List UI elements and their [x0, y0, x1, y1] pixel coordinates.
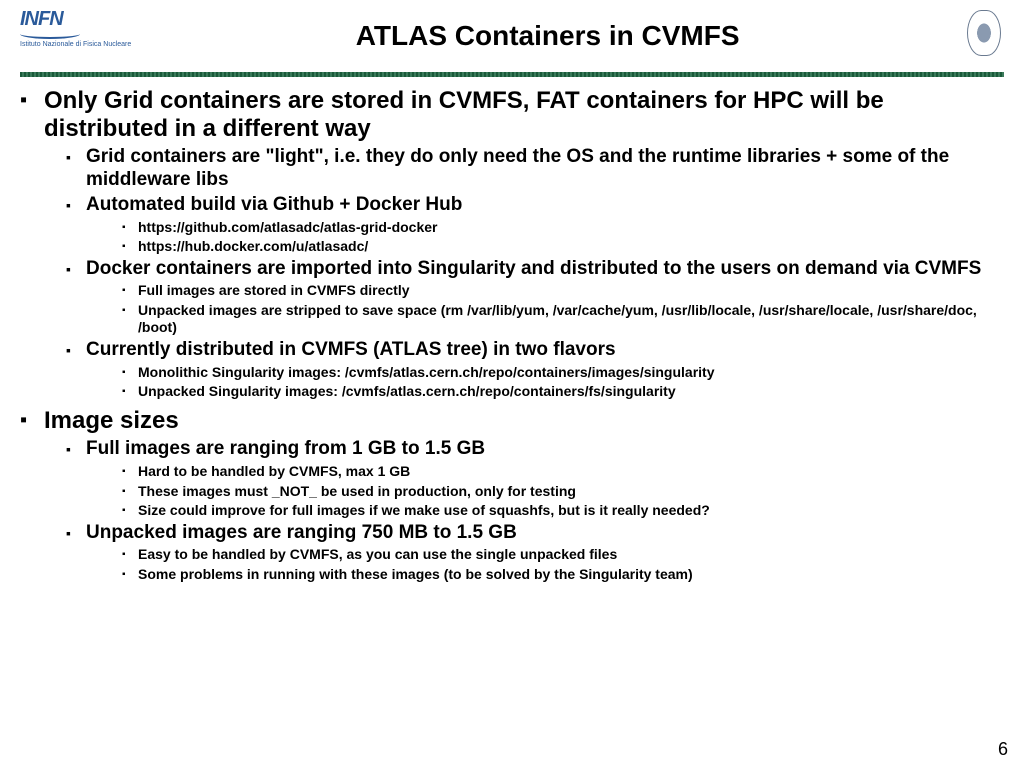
list-item: Easy to be handled by CVMFS, as you can … [116, 546, 1004, 564]
bullet-text: Automated build via Github + Docker Hub [86, 194, 462, 215]
bullet-text: Docker containers are imported into Sing… [86, 258, 981, 279]
bullet-text: Currently distributed in CVMFS (ATLAS tr… [86, 339, 616, 360]
list-item: Unpacked images are stripped to save spa… [116, 302, 1004, 337]
bullet-text: Image sizes [44, 407, 179, 434]
bullet-text: Monolithic Singularity images: /cvmfs/at… [138, 364, 715, 380]
list-item: Unpacked images are ranging 750 MB to 1.… [62, 522, 1004, 584]
list-item: Currently distributed in CVMFS (ATLAS tr… [62, 339, 1004, 401]
bullet-text: Only Grid containers are stored in CVMFS… [44, 87, 884, 142]
list-item: Full images are ranging from 1 GB to 1.5… [62, 438, 1004, 519]
list-item: These images must _NOT_ be used in produ… [116, 483, 1004, 501]
list-item: Some problems in running with these imag… [116, 566, 1004, 584]
infn-logo-text: INFN [20, 8, 63, 31]
slide-title: ATLAS Containers in CVMFS [131, 8, 964, 52]
list-item: Automated build via Github + Docker Hub … [62, 194, 1004, 256]
bullet-text: Easy to be handled by CVMFS, as you can … [138, 546, 617, 562]
page-number: 6 [998, 739, 1008, 760]
bullet-text: Full images are ranging from 1 GB to 1.5… [86, 438, 485, 459]
bullet-text: Grid containers are "light", i.e. they d… [86, 146, 949, 190]
infn-swoosh-icon [20, 29, 80, 39]
bullet-text: https://hub.docker.com/u/atlasadc/ [138, 238, 368, 254]
slide-header: INFN Istituto Nazionale di Fisica Nuclea… [20, 8, 1004, 68]
bullet-text: Unpacked images are stripped to save spa… [138, 302, 977, 336]
list-item: Size could improve for full images if we… [116, 502, 1004, 520]
bullet-text: Full images are stored in CVMFS directly [138, 282, 410, 298]
bullet-text: Unpacked images are ranging 750 MB to 1.… [86, 522, 517, 543]
infn-logo: INFN Istituto Nazionale di Fisica Nuclea… [20, 8, 131, 48]
list-item: https://github.com/atlasadc/atlas-grid-d… [116, 219, 1004, 237]
bullet-text: Hard to be handled by CVMFS, max 1 GB [138, 463, 410, 479]
list-item: Hard to be handled by CVMFS, max 1 GB [116, 463, 1004, 481]
bullet-text: Size could improve for full images if we… [138, 502, 710, 518]
atlas-logo [964, 8, 1004, 58]
list-item: Grid containers are "light", i.e. they d… [62, 146, 1004, 192]
bullet-text: https://github.com/atlasadc/atlas-grid-d… [138, 219, 438, 235]
bullet-text: Some problems in running with these imag… [138, 566, 693, 582]
list-item: https://hub.docker.com/u/atlasadc/ [116, 238, 1004, 256]
header-divider [20, 72, 1004, 77]
list-item: Full images are stored in CVMFS directly [116, 282, 1004, 300]
list-item: Docker containers are imported into Sing… [62, 258, 1004, 337]
list-item: Unpacked Singularity images: /cvmfs/atla… [116, 383, 1004, 401]
list-item: Image sizes Full images are ranging from… [20, 407, 1004, 584]
infn-logo-subtitle: Istituto Nazionale di Fisica Nucleare [20, 41, 131, 48]
slide: INFN Istituto Nazionale di Fisica Nuclea… [0, 0, 1024, 583]
list-item: Monolithic Singularity images: /cvmfs/at… [116, 364, 1004, 382]
atlas-globe-icon [967, 10, 1001, 56]
bullet-text: These images must _NOT_ be used in produ… [138, 483, 576, 499]
content-list: Only Grid containers are stored in CVMFS… [20, 87, 1004, 583]
list-item: Only Grid containers are stored in CVMFS… [20, 87, 1004, 401]
bullet-text: Unpacked Singularity images: /cvmfs/atla… [138, 383, 676, 399]
